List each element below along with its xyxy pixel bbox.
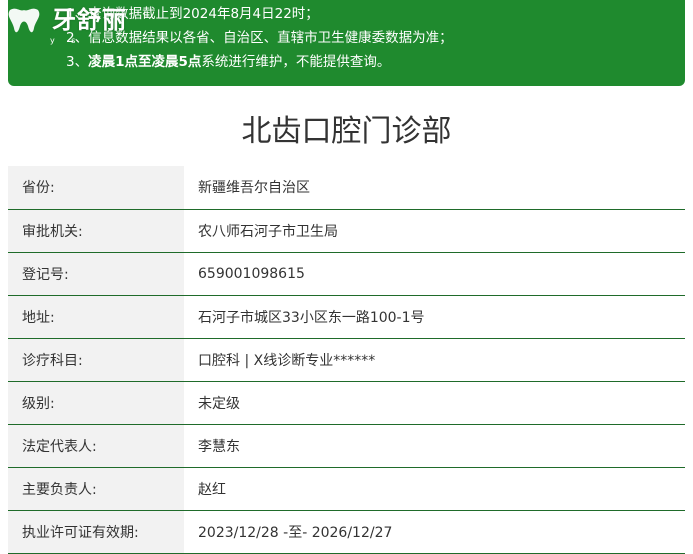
info-table: 省份: 新疆维吾尔自治区 审批机关: 农八师石河子市卫生局 登记号: 65900…: [8, 166, 685, 554]
row-value: 659001098615: [198, 265, 305, 282]
notice-line-3-bold: 凌晨1点至凌晨5点: [88, 54, 202, 70]
row-value: 赵红: [198, 481, 226, 498]
row-value: 未定级: [198, 395, 240, 412]
table-row: 省份: 新疆维吾尔自治区: [8, 166, 685, 209]
notice-line-3-prefix: 3、: [66, 54, 89, 70]
row-label: 执业许可证有效期:: [8, 510, 184, 553]
table-row: 主要负责人: 赵红: [8, 467, 685, 510]
row-label: 省份:: [8, 166, 184, 209]
table-row: 执业许可证有效期: 2023/12/28 -至- 2026/12/27: [8, 510, 685, 553]
table-row: 登记号: 659001098615: [8, 252, 685, 295]
row-value: 2023/12/28 -至- 2026/12/27: [198, 524, 393, 541]
row-value: 新疆维吾尔自治区: [198, 180, 310, 197]
table-row: 法定代表人: 李慧东: [8, 424, 685, 467]
row-label: 法定代表人:: [8, 424, 184, 467]
row-value: 口腔科 | X线诊断专业******: [198, 352, 376, 369]
row-label: 地址:: [8, 295, 184, 338]
row-label: 主要负责人:: [8, 467, 184, 510]
table-row: 审批机关: 农八师石河子市卫生局: [8, 209, 685, 252]
page-title: 北齿口腔门诊部: [241, 114, 452, 149]
table-row: 地址: 石河子市城区33小区东一路100-1号: [8, 295, 685, 338]
tooth-icon: [8, 8, 40, 33]
row-label: 登记号:: [8, 252, 184, 295]
notice-line-3: 3、凌晨1点至凌晨5点系统进行维护，不能提供查询。: [66, 52, 390, 72]
watermark-logo: 牙舒丽 y s l: [0, 0, 140, 52]
table-row: 级别: 未定级: [8, 381, 685, 424]
logo-subtext: y s l: [50, 36, 102, 45]
row-label: 审批机关:: [8, 209, 184, 252]
table-row: 诊疗科目: 口腔科 | X线诊断专业******: [8, 338, 685, 381]
notice-line-3-suffix: 系统进行维护，不能提供查询。: [201, 54, 391, 70]
row-value: 农八师石河子市卫生局: [198, 223, 338, 240]
logo-text: 牙舒丽: [52, 5, 127, 34]
row-label: 诊疗科目:: [8, 338, 184, 381]
row-value: 石河子市城区33小区东一路100-1号: [198, 309, 425, 326]
row-label: 级别:: [8, 381, 184, 424]
row-value: 李慧东: [198, 438, 240, 455]
